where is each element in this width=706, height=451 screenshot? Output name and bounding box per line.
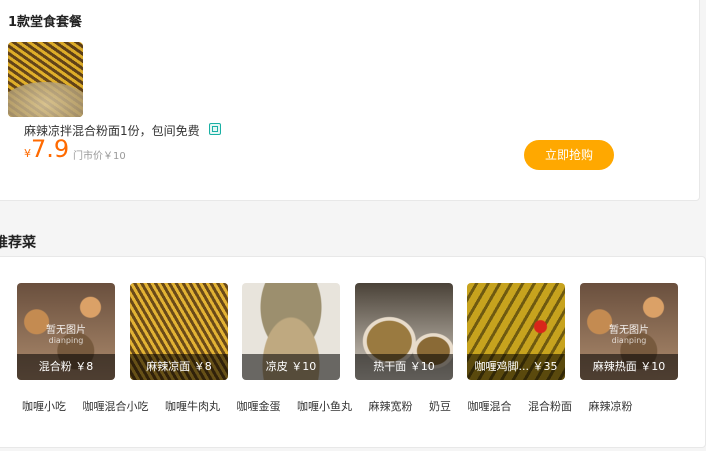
dish-tag[interactable]: 咖喱金蛋: [237, 398, 281, 414]
dish-tag[interactable]: 咖喱小鱼丸: [297, 398, 352, 414]
dish-tag-list: 咖喱小吃 咖喱混合小吃 咖喱牛肉丸 咖喱金蛋 咖喱小鱼丸 麻辣宽粉 奶豆 咖喱混…: [22, 398, 646, 414]
dish-card[interactable]: 暂无图片 dianping 混合粉 ￥8: [17, 283, 115, 380]
dish-tag[interactable]: 奶豆: [429, 398, 451, 414]
original-price: 门市价￥10: [73, 151, 126, 162]
recommend-card: 暂无图片 dianping 混合粉 ￥8 麻辣凉面 ￥8 凉皮 ￥10 热干面 ￥…: [0, 256, 706, 448]
dish-card[interactable]: 咖喱鸡脚... ￥35: [467, 283, 565, 380]
dish-card[interactable]: 暂无图片 dianping 麻辣热面 ￥10: [580, 283, 678, 380]
dish-caption: 咖喱鸡脚... ￥35: [467, 354, 565, 380]
no-image-placeholder: 暂无图片 dianping: [46, 325, 86, 345]
coupon-tag-icon: [209, 123, 221, 135]
dish-caption: 热干面 ￥10: [355, 354, 453, 380]
deal-section-title: 1款堂食套餐: [8, 15, 83, 30]
deal-thumbnail[interactable]: [8, 42, 83, 117]
dish-caption: 凉皮 ￥10: [242, 354, 340, 380]
dish-tag[interactable]: 咖喱混合小吃: [83, 398, 149, 414]
dish-caption: 麻辣热面 ￥10: [580, 354, 678, 380]
dish-tag[interactable]: 咖喱小吃: [22, 398, 66, 414]
deal-card: 1款堂食套餐 麻辣凉拌混合粉面1份，包间免费 ¥7.9 门市价￥10 立即抢购: [0, 0, 700, 201]
price-value: 7.9: [31, 135, 70, 163]
dish-tag[interactable]: 麻辣凉粉: [589, 398, 633, 414]
dish-tag[interactable]: 麻辣宽粉: [369, 398, 413, 414]
dish-caption: 混合粉 ￥8: [17, 354, 115, 380]
buy-now-button[interactable]: 立即抢购: [524, 140, 614, 170]
deal-price: ¥7.9: [24, 135, 69, 163]
dish-card[interactable]: 麻辣凉面 ￥8: [130, 283, 228, 380]
dish-tag[interactable]: 混合粉面: [528, 398, 572, 414]
dish-tag[interactable]: 咖喱混合: [468, 398, 512, 414]
dish-caption: 麻辣凉面 ￥8: [130, 354, 228, 380]
no-image-placeholder: 暂无图片 dianping: [609, 325, 649, 345]
dish-tag[interactable]: 咖喱牛肉丸: [165, 398, 220, 414]
recommend-section-title: 推荐菜: [0, 235, 36, 251]
price-symbol: ¥: [24, 147, 31, 160]
dish-card[interactable]: 凉皮 ￥10: [242, 283, 340, 380]
dish-card[interactable]: 热干面 ￥10: [355, 283, 453, 380]
